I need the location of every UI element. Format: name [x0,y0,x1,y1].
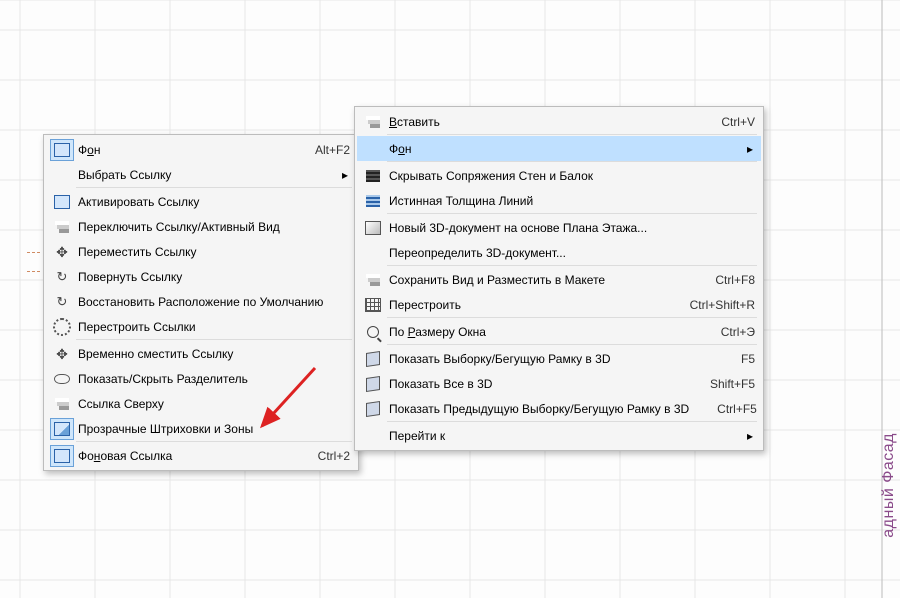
context-menu-item-restore[interactable]: ↻ Восстановить Расположение по Умолчанию [46,289,356,314]
submenu-item-goto[interactable]: Перейти к▸ [357,423,761,448]
menu-item-label: Перестроить [389,298,682,312]
menu-item-label: Фон [78,143,307,157]
rot-icon: ↻ [50,291,74,313]
box-icon [50,191,74,213]
submenu-item-prev3d[interactable]: Показать Предыдущую Выборку/Бегущую Рамк… [357,396,761,421]
menu-item-label: Прозрачные Штриховки и Зоны [78,422,350,436]
context-menu-item-rebuild[interactable]: Перестроить Ссылки [46,314,356,339]
menu-item-label: Перестроить Ссылки [78,320,350,334]
menu-item-label: Скрывать Сопряжения Стен и Балок [389,169,755,183]
submenu-item-save_view[interactable]: Сохранить Вид и Разместить в МакетеCtrl+… [357,267,761,292]
3d-icon [361,217,385,239]
submenu-arrow-icon: ▸ [745,142,755,156]
layers-icon [50,393,74,415]
box-icon [50,445,74,467]
blank-icon [50,164,74,186]
menu-item-label: Фоновая Ссылка [78,449,310,463]
context-menu-item-bg[interactable]: ФонAlt+F2 [46,137,356,162]
grid-icon [361,294,385,316]
menu-item-shortcut: Ctrl+F8 [707,273,755,287]
menu-item-label: Вставить [389,115,713,129]
move-icon: ✥ [50,241,74,263]
menu-item-label: Временно сместить Ссылку [78,347,350,361]
submenu-item-sel3d[interactable]: Показать Выборку/Бегущую Рамку в 3DF5 [357,346,761,371]
menu-item-shortcut: Ctrl+V [713,115,755,129]
blank-icon [361,138,385,160]
menu-item-label: Сохранить Вид и Разместить в Макете [389,273,707,287]
submenu-item-bg[interactable]: Фон▸ [357,136,761,161]
blank-icon [361,425,385,447]
menu-item-label: Показать Все в 3D [389,377,702,391]
submenu-item-fit[interactable]: По Размеру ОкнаCtrl+Э [357,319,761,344]
context-menu-primary: ФонAlt+F2Выбрать Ссылку▸Активировать Ссы… [43,134,359,471]
cube-icon [361,398,385,420]
box-icon [50,139,74,161]
menu-item-label: Истинная Толщина Линий [389,194,755,208]
menu-item-shortcut: Ctrl+Э [713,325,755,339]
menu-item-label: Фон [389,142,745,156]
context-menu-submenu: ВставитьCtrl+VФон▸Скрывать Сопряжения Ст… [354,106,764,451]
menu-item-label: Показать Предыдущую Выборку/Бегущую Рамк… [389,402,709,416]
menu-item-label: Активировать Ссылку [78,195,350,209]
gear-icon [50,316,74,338]
context-menu-item-trans[interactable]: Прозрачные Штриховки и Зоны [46,416,356,441]
elevation-label: адный Фасад [880,433,898,538]
stripes-dk-icon [361,165,385,187]
menu-item-label: По Размеру Окна [389,325,713,339]
context-menu-item-rotate[interactable]: ↻ Повернуть Ссылку [46,264,356,289]
eye-icon [50,368,74,390]
layers-icon [361,111,385,133]
menu-item-label: Показать/Скрыть Разделитель [78,372,350,386]
layers-icon [361,269,385,291]
context-menu-item-activate[interactable]: Активировать Ссылку [46,189,356,214]
menu-item-label: Новый 3D-документ на основе Плана Этажа.… [389,221,755,235]
submenu-item-redef3d[interactable]: Переопределить 3D-документ... [357,240,761,265]
submenu-item-hide_joints[interactable]: Скрывать Сопряжения Стен и Балок [357,163,761,188]
menu-item-shortcut: Ctrl+Shift+R [682,298,755,312]
layers-icon [50,216,74,238]
context-menu-item-split[interactable]: Показать/Скрыть Разделитель [46,366,356,391]
context-menu-item-top[interactable]: Ссылка Сверху [46,391,356,416]
section-marker [27,252,40,272]
menu-item-shortcut: F5 [733,352,755,366]
menu-item-label: Перейти к [389,429,745,443]
submenu-item-paste[interactable]: ВставитьCtrl+V [357,109,761,134]
menu-item-label: Повернуть Ссылку [78,270,350,284]
submenu-arrow-icon: ▸ [745,429,755,443]
magnify-icon [361,321,385,343]
menu-item-label: Переместить Ссылку [78,245,350,259]
move-icon: ✥ [50,343,74,365]
menu-item-label: Восстановить Расположение по Умолчанию [78,295,350,309]
cube-icon [361,348,385,370]
context-menu-item-toggle[interactable]: Переключить Ссылку/Активный Вид [46,214,356,239]
context-menu-item-bg_link[interactable]: Фоновая СсылкаCtrl+2 [46,443,356,468]
context-menu-item-offset[interactable]: ✥ Временно сместить Ссылку [46,341,356,366]
rot-icon: ↻ [50,266,74,288]
menu-item-label: Переопределить 3D-документ... [389,246,755,260]
menu-item-label: Выбрать Ссылку [78,168,340,182]
menu-item-label: Переключить Ссылку/Активный Вид [78,220,350,234]
box2-icon [50,418,74,440]
context-menu-item-select_link[interactable]: Выбрать Ссылку▸ [46,162,356,187]
menu-item-label: Показать Выборку/Бегущую Рамку в 3D [389,352,733,366]
cube-icon [361,373,385,395]
submenu-item-true_thick[interactable]: Истинная Толщина Линий [357,188,761,213]
submenu-arrow-icon: ▸ [340,168,350,182]
submenu-item-all3d[interactable]: Показать Все в 3DShift+F5 [357,371,761,396]
blank-icon [361,242,385,264]
menu-item-shortcut: Shift+F5 [702,377,755,391]
stripes-bl-icon [361,190,385,212]
menu-item-shortcut: Ctrl+F5 [709,402,757,416]
menu-item-label: Ссылка Сверху [78,397,350,411]
submenu-item-rebuild[interactable]: ПерестроитьCtrl+Shift+R [357,292,761,317]
menu-item-shortcut: Ctrl+2 [310,449,350,463]
context-menu-item-move[interactable]: ✥ Переместить Ссылку [46,239,356,264]
menu-item-shortcut: Alt+F2 [307,143,350,157]
submenu-item-new3d[interactable]: Новый 3D-документ на основе Плана Этажа.… [357,215,761,240]
